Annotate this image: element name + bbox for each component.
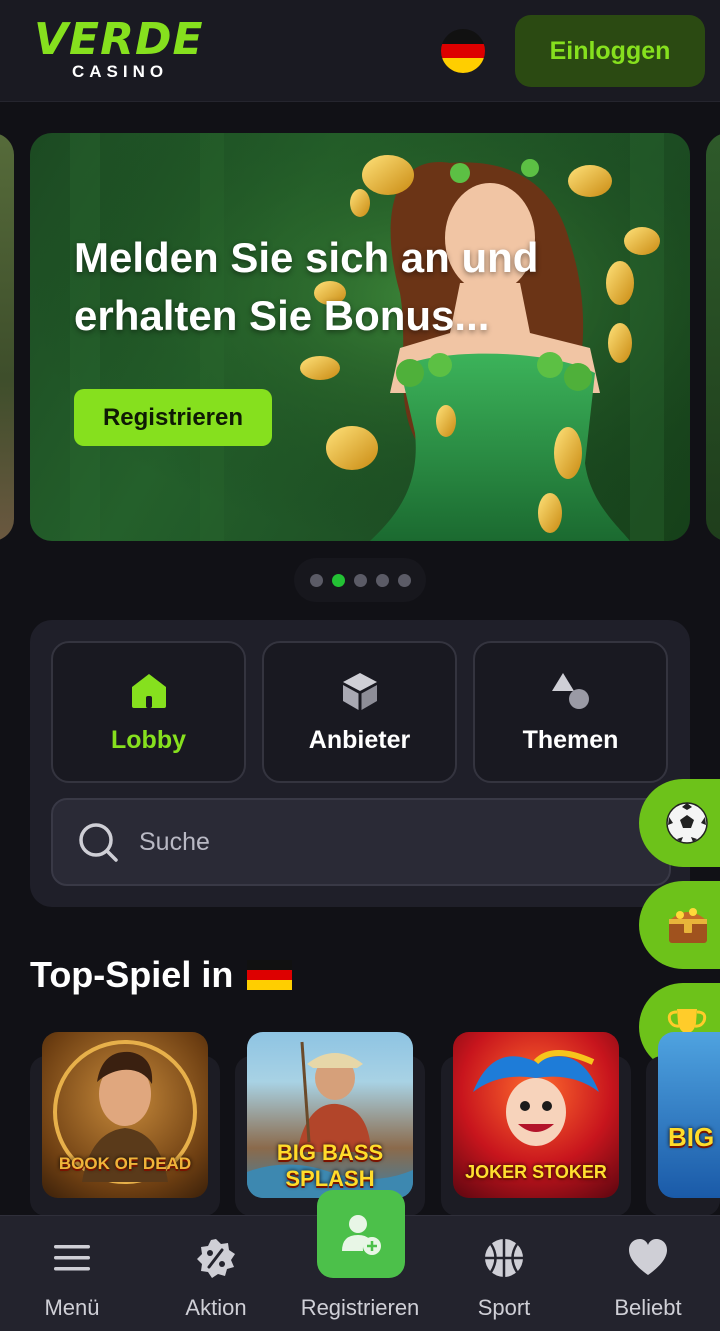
- nav-label: Beliebt: [614, 1295, 682, 1320]
- hero-title: Melden Sie sich an und erhalten Sie Bonu…: [74, 234, 539, 339]
- register-fab-button[interactable]: [317, 1190, 405, 1278]
- germany-flag-icon: [247, 960, 293, 990]
- tab-providers[interactable]: Anbieter: [262, 641, 457, 783]
- basketball-icon: [485, 1239, 523, 1277]
- language-selector[interactable]: [441, 29, 485, 73]
- game-filter-panel: Lobby Anbieter Themen: [30, 620, 690, 907]
- carousel-pagination: [294, 558, 426, 602]
- game-tile-joker-stoker[interactable]: JOKER STOKER: [453, 1032, 619, 1198]
- carousel-dot[interactable]: [309, 573, 323, 587]
- verde-casino-logo[interactable]: VERDE CASINO: [34, 18, 204, 84]
- treasure-shortcut-button[interactable]: [639, 881, 720, 969]
- carousel-dot[interactable]: [375, 573, 389, 587]
- game-tile-big-bass-splash[interactable]: BIG BASS SPLASH: [247, 1032, 413, 1198]
- game-title: BIG BASS SPLASH: [276, 1140, 384, 1191]
- carousel-dot[interactable]: [353, 573, 367, 587]
- shapes-icon: [551, 672, 589, 709]
- nav-menu[interactable]: Menü: [22, 1216, 122, 1331]
- game-title: BIG: [668, 1122, 715, 1152]
- hero-banner[interactable]: Melden Sie sich an und erhalten Sie Bonu…: [30, 133, 690, 541]
- cube-icon: [342, 672, 377, 710]
- nav-sport[interactable]: Sport: [454, 1216, 554, 1331]
- search-bar[interactable]: [51, 798, 671, 886]
- soccer-ball-icon: [666, 802, 708, 844]
- carousel-dot[interactable]: [397, 573, 411, 587]
- hero-register-button[interactable]: Registrieren: [74, 389, 272, 446]
- nav-label: Sport: [477, 1295, 531, 1320]
- carousel-dot-active[interactable]: [331, 573, 345, 587]
- next-slide-peek[interactable]: [706, 133, 720, 541]
- game-tile-book-of-dead[interactable]: BOOK OF DEAD: [42, 1032, 208, 1198]
- nav-label: Registrieren: [300, 1295, 420, 1320]
- home-icon: [131, 673, 166, 708]
- sports-shortcut-button[interactable]: [639, 779, 720, 867]
- login-button[interactable]: Einloggen: [515, 15, 705, 87]
- search-input[interactable]: [139, 827, 539, 857]
- germany-flag-icon: [441, 29, 485, 73]
- treasure-chest-icon: [669, 908, 707, 943]
- discount-badge-icon: [197, 1239, 235, 1278]
- heart-icon: [629, 1239, 667, 1275]
- casino-page: VERDE CASINO Einloggen Melden Sie sich a…: [0, 0, 720, 1331]
- tab-label: Anbieter: [308, 725, 411, 754]
- search-icon: [79, 823, 118, 862]
- tab-label: Themen: [522, 725, 619, 754]
- tab-lobby[interactable]: Lobby: [51, 641, 246, 783]
- game-title: BOOK OF DEAD: [58, 1154, 192, 1173]
- game-tile-big-bass-partial[interactable]: BIG: [658, 1032, 720, 1198]
- nav-promotions[interactable]: Aktion: [166, 1216, 266, 1331]
- logo-wordmark: VERDE: [34, 14, 204, 65]
- menu-icon: [54, 1245, 90, 1271]
- nav-label: Aktion: [185, 1295, 247, 1320]
- add-user-icon: [342, 1215, 381, 1255]
- previous-slide-peek[interactable]: [0, 133, 14, 541]
- nav-favorites[interactable]: Beliebt: [598, 1216, 698, 1331]
- tab-themes[interactable]: Themen: [473, 641, 668, 783]
- game-title: JOKER STOKER: [465, 1162, 607, 1182]
- section-title-text: Top-Spiel in: [30, 954, 234, 995]
- logo-subtitle: CASINO: [72, 62, 169, 81]
- top-header: VERDE CASINO Einloggen: [0, 0, 720, 102]
- nav-label: Menü: [44, 1295, 100, 1320]
- top-games-heading: Top-Spiel in: [30, 954, 293, 996]
- tab-label: Lobby: [111, 725, 186, 754]
